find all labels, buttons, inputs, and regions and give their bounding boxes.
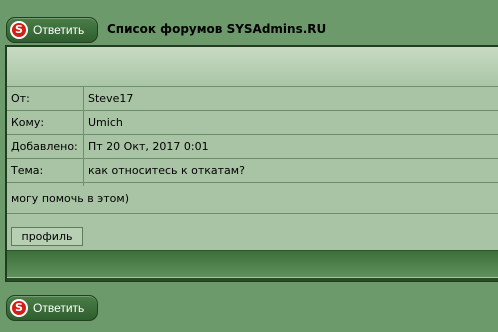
field-column-divider bbox=[83, 87, 84, 186]
reply-button-label: Ответить bbox=[33, 301, 85, 315]
forum-list-link[interactable]: Список форумов SYSAdmins.RU bbox=[107, 22, 326, 36]
post-footer-bar bbox=[7, 250, 498, 281]
message-divider bbox=[7, 213, 498, 214]
field-to-value: Umich bbox=[88, 116, 123, 129]
field-from-label: От: bbox=[11, 92, 30, 105]
field-from-value: Steve17 bbox=[88, 92, 134, 105]
message-body: могу помочь в этом) bbox=[11, 192, 129, 205]
reply-s-icon: S bbox=[10, 21, 28, 39]
field-subject-label: Тема: bbox=[11, 164, 44, 177]
field-date-label: Добавлено: bbox=[11, 140, 78, 153]
post-header-bar bbox=[7, 47, 498, 87]
field-row-date: Добавлено: Пт 20 Окт, 2017 0:01 bbox=[7, 135, 498, 159]
field-row-to: Кому: Umich bbox=[7, 111, 498, 135]
profile-button[interactable]: профиль bbox=[11, 227, 83, 246]
field-row-from: От: Steve17 bbox=[7, 87, 498, 111]
reply-button-top[interactable]: S Ответить bbox=[6, 17, 98, 43]
reply-s-icon: S bbox=[10, 299, 28, 317]
field-subject-value: как относитесь к откатам? bbox=[88, 164, 245, 177]
top-toolbar: S Ответить Список форумов SYSAdmins.RU bbox=[0, 0, 498, 44]
field-to-label: Кому: bbox=[11, 116, 45, 129]
field-date-value: Пт 20 Окт, 2017 0:01 bbox=[88, 140, 209, 153]
reply-button-bottom[interactable]: S Ответить bbox=[6, 295, 98, 321]
bottom-toolbar: S Ответить bbox=[0, 282, 498, 332]
post-panel: От: Steve17 Кому: Umich Добавлено: Пт 20… bbox=[5, 45, 498, 282]
reply-button-label: Ответить bbox=[33, 23, 85, 37]
field-row-subject: Тема: как относитесь к откатам? bbox=[7, 159, 498, 183]
